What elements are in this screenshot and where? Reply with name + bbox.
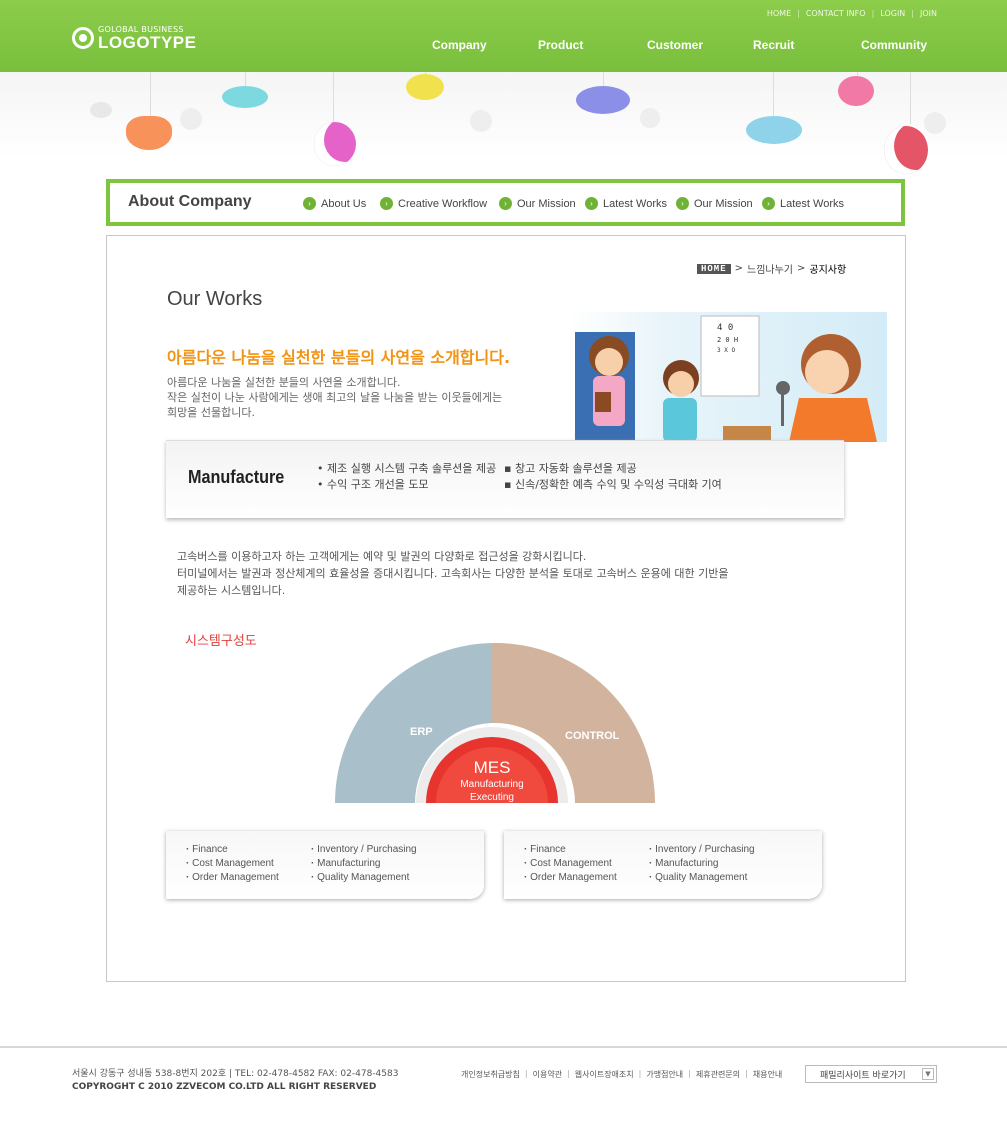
subnav-creative-workflow[interactable]: › Creative Workflow <box>380 197 487 210</box>
footer: 서울시 강동구 성내동 538-8번지 202호 | TEL: 02-478-4… <box>0 1046 1007 1144</box>
arrow-right-icon: › <box>762 197 775 210</box>
system-description: 고속버스를 이용하고자 하는 고객에게는 예약 및 발권의 다양화로 접근성을 … <box>177 550 729 597</box>
module-list: Inventory / PurchasingManufacturingQuali… <box>311 843 417 885</box>
mes-sub-label-1: Manufacturing <box>460 779 523 790</box>
util-contact-link[interactable]: CONTACT INFO <box>806 9 866 18</box>
breadcrumb-current: 공지사항 <box>809 265 847 276</box>
content-panel: HOME > 느낌나누기 > 공지사항 Our Works 아름다운 나눔을 실… <box>106 235 906 982</box>
headline: 아름다운 나눔을 실천한 분들의 사연을 소개합니다. <box>167 348 511 367</box>
module-list: FinanceCost ManagementOrder Management <box>186 843 279 885</box>
subnav-latest-works[interactable]: › Latest Works <box>585 197 667 210</box>
module-list: Inventory / PurchasingManufacturingQuali… <box>649 843 755 885</box>
utility-menu: HOME | CONTACT INFO | LOGIN | JOIN <box>766 9 937 18</box>
nav-customer[interactable]: Customer <box>647 38 703 52</box>
logo-text: LOGOTYPE <box>98 33 197 52</box>
footer-address: 서울시 강동구 성내동 538-8번지 202호 | TEL: 02-478-4… <box>72 1069 399 1092</box>
module-box-2: FinanceCost ManagementOrder Management I… <box>504 831 822 899</box>
module-list: FinanceCost ManagementOrder Management <box>524 843 617 885</box>
erp-label: ERP <box>410 726 433 738</box>
breadcrumb-item[interactable]: 느낌나누기 <box>747 261 793 276</box>
subnav-our-mission[interactable]: › Our Mission <box>499 197 576 210</box>
mes-label: MES <box>474 758 511 777</box>
util-home-link[interactable]: HOME <box>767 9 791 18</box>
subnav-latest-works-2[interactable]: › Latest Works <box>762 197 844 210</box>
module-box-1: FinanceCost ManagementOrder Management I… <box>166 831 484 899</box>
logo-icon <box>72 27 94 49</box>
arrow-right-icon: › <box>676 197 689 210</box>
nav-company[interactable]: Company <box>432 38 487 52</box>
footer-link-careers[interactable]: 채용안내 <box>753 1069 782 1080</box>
arrow-right-icon: › <box>499 197 512 210</box>
intro-text: 아름다운 나눔을 실천한 분들의 사연을 소개합니다. 작은 실천이 나눈 사람에… <box>167 376 503 419</box>
footer-link-partnership[interactable]: 제휴관련문의 <box>696 1069 740 1080</box>
manufacture-panel: Manufacture • 제조 실행 시스템 구축 솔루션을 제공 • 수익 구… <box>166 440 844 518</box>
system-diagram: ERP CONTROL MES Manufacturing Executing <box>335 643 655 803</box>
svg-text:3 X O: 3 X O <box>717 347 735 354</box>
hanging-decorations <box>0 72 1007 182</box>
util-join-link[interactable]: JOIN <box>920 9 937 18</box>
arrow-right-icon: › <box>585 197 598 210</box>
footer-link-privacy[interactable]: 개인정보취급방침 <box>461 1069 520 1080</box>
subnav-our-mission-2[interactable]: › Our Mission <box>676 197 753 210</box>
breadcrumb-home[interactable]: HOME <box>697 263 731 274</box>
svg-text:4 0: 4 0 <box>717 323 733 333</box>
doctor-illustration: 4 0 2 0 H 3 X O <box>571 312 887 442</box>
footer-copyright: COPYROGHT C 2010 ZZVECOM CO.LTD ALL RIGH… <box>72 1082 377 1092</box>
arrow-right-icon: › <box>303 197 316 210</box>
breadcrumb: HOME > 느낌나누기 > 공지사항 <box>697 261 846 276</box>
logo[interactable]: GOLOBAL BUSINESS LOGOTYPE <box>72 25 196 51</box>
util-login-link[interactable]: LOGIN <box>880 9 905 18</box>
footer-link-error[interactable]: 웹사이트장애조치 <box>575 1069 634 1080</box>
family-site-select[interactable]: 패밀리사이트 바로가기 ▼ <box>805 1065 937 1083</box>
header: GOLOBAL BUSINESS LOGOTYPE HOME | CONTACT … <box>0 0 1007 72</box>
footer-links: 개인정보취급방침 | 이용약관 | 웹사이트장애조치 | 가맹점안내 | 제휴관련문의 |… <box>461 1069 783 1080</box>
mes-sub-label-2: Executing <box>470 792 514 803</box>
footer-link-franchise[interactable]: 가맹점안내 <box>646 1069 683 1080</box>
control-label: CONTROL <box>565 730 620 742</box>
nav-recruit[interactable]: Recruit <box>753 38 794 52</box>
page-title: Our Works <box>167 288 263 310</box>
manufacture-list-2: ▪ 창고 자동화 솔루션을 제공 ▪ 신속/정확한 예측 수익 및 수익성 극대화… <box>504 462 722 491</box>
nav-community[interactable]: Community <box>861 38 927 52</box>
footer-link-terms[interactable]: 이용약관 <box>533 1069 562 1080</box>
sub-navigation: About Company › About Us › Creative Workfl… <box>106 179 905 226</box>
svg-text:2 0 H: 2 0 H <box>717 336 738 344</box>
nav-product[interactable]: Product <box>538 38 583 52</box>
manufacture-title: Manufacture <box>188 467 285 487</box>
manufacture-list-1: • 제조 실행 시스템 구축 솔루션을 제공 • 수익 구조 개선을 도모 <box>317 462 497 491</box>
arrow-right-icon: › <box>380 197 393 210</box>
system-diagram-label: 시스템구성도 <box>185 634 257 649</box>
sub-nav-title: About Company <box>128 193 252 210</box>
subnav-about-us[interactable]: › About Us <box>303 197 366 210</box>
chevron-down-icon[interactable]: ▼ <box>922 1068 934 1080</box>
